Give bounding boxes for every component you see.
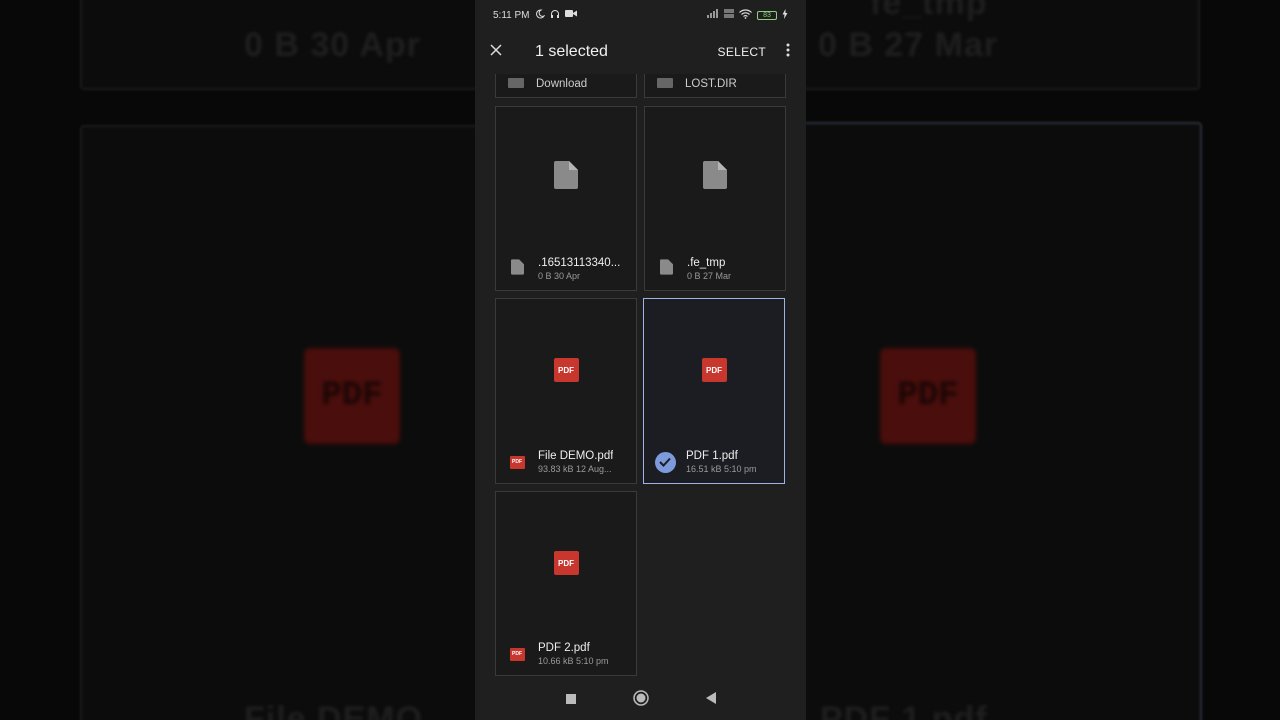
file-icon xyxy=(703,160,727,194)
folder-name: LOST.DIR xyxy=(685,78,737,90)
bg-meta: 0 B 27 Mar xyxy=(818,26,999,64)
system-nav-bar xyxy=(475,680,806,720)
more-vert-icon xyxy=(786,43,790,62)
bg-pdf-icon: PDF xyxy=(880,348,976,444)
file-meta: 0 B 30 Apr xyxy=(538,271,581,281)
file-meta: 0 B 27 Mar xyxy=(687,271,732,281)
wifi-icon xyxy=(739,8,752,22)
folder-icon xyxy=(508,75,524,93)
close-icon xyxy=(490,43,502,61)
file-name: PDF 1.pdf xyxy=(686,450,738,462)
file-grid: Download LOST.DIR .16513113340... 0 B 30… xyxy=(475,74,806,680)
file-card[interactable]: PDF PDF File DEMO.pdf 93.83 kB 12 Aug... xyxy=(495,298,637,484)
home-nav-icon[interactable] xyxy=(632,689,649,711)
folder-card[interactable]: LOST.DIR xyxy=(644,74,786,98)
selection-app-bar: 1 selected SELECT xyxy=(475,30,806,74)
file-card[interactable]: .fe_tmp 0 B 27 Mar xyxy=(644,106,786,291)
close-selection-button[interactable] xyxy=(475,30,517,74)
charging-icon xyxy=(782,8,788,22)
status-bar: 5:11 PM 83 xyxy=(475,0,806,30)
volte-icon xyxy=(724,9,734,21)
file-icon xyxy=(659,258,673,280)
status-time: 5:11 PM xyxy=(493,9,530,21)
video-camera-icon xyxy=(564,9,577,21)
pdf-icon: PDF xyxy=(509,455,525,469)
pdf-icon: PDF xyxy=(701,358,727,382)
file-name: .16513113340... xyxy=(538,257,621,269)
folder-name: Download xyxy=(536,78,588,90)
headphones-icon xyxy=(550,9,560,22)
folder-icon xyxy=(657,75,673,93)
bg-meta: 0 B 30 Apr xyxy=(244,26,421,64)
more-options-button[interactable] xyxy=(774,30,802,74)
file-icon xyxy=(510,258,524,280)
pdf-icon: PDF xyxy=(553,551,579,575)
file-card[interactable]: PDF PDF PDF 2.pdf 10.66 kB 5:10 pm xyxy=(495,491,637,676)
file-meta: 10.66 kB 5:10 pm xyxy=(538,656,609,666)
moon-icon xyxy=(535,8,545,22)
select-button[interactable]: SELECT xyxy=(710,39,774,65)
file-name: File DEMO.pdf xyxy=(538,450,614,462)
battery-indicator: 83 xyxy=(757,10,777,20)
file-name: PDF 2.pdf xyxy=(538,642,590,654)
file-name: .fe_tmp xyxy=(687,257,726,269)
file-card-selected[interactable]: PDF PDF 1.pdf 16.51 kB 5:10 pm xyxy=(643,298,785,484)
back-nav-icon[interactable] xyxy=(705,691,716,709)
bg-name: fe_tmp xyxy=(870,0,988,22)
bg-name: File DEMO xyxy=(244,700,424,720)
signal-icon xyxy=(707,9,719,21)
file-card[interactable]: .16513113340... 0 B 30 Apr xyxy=(495,106,637,291)
recents-nav-icon[interactable] xyxy=(565,691,576,709)
selection-count-title: 1 selected xyxy=(535,43,608,60)
bg-pdf-icon: PDF xyxy=(304,348,400,444)
file-meta: 16.51 kB 5:10 pm xyxy=(686,464,757,474)
pdf-icon: PDF xyxy=(509,647,525,661)
phone-screen: 5:11 PM 83 1 selected SELECT Download LO… xyxy=(475,0,806,720)
file-icon xyxy=(554,160,578,194)
file-meta: 93.83 kB 12 Aug... xyxy=(538,464,612,474)
bg-name: PDF 1.pdf xyxy=(820,700,988,720)
folder-card[interactable]: Download xyxy=(495,74,637,98)
pdf-icon: PDF xyxy=(553,358,579,382)
check-circle-icon xyxy=(654,451,676,473)
bg-card xyxy=(800,122,1202,720)
bg-card xyxy=(80,125,480,720)
